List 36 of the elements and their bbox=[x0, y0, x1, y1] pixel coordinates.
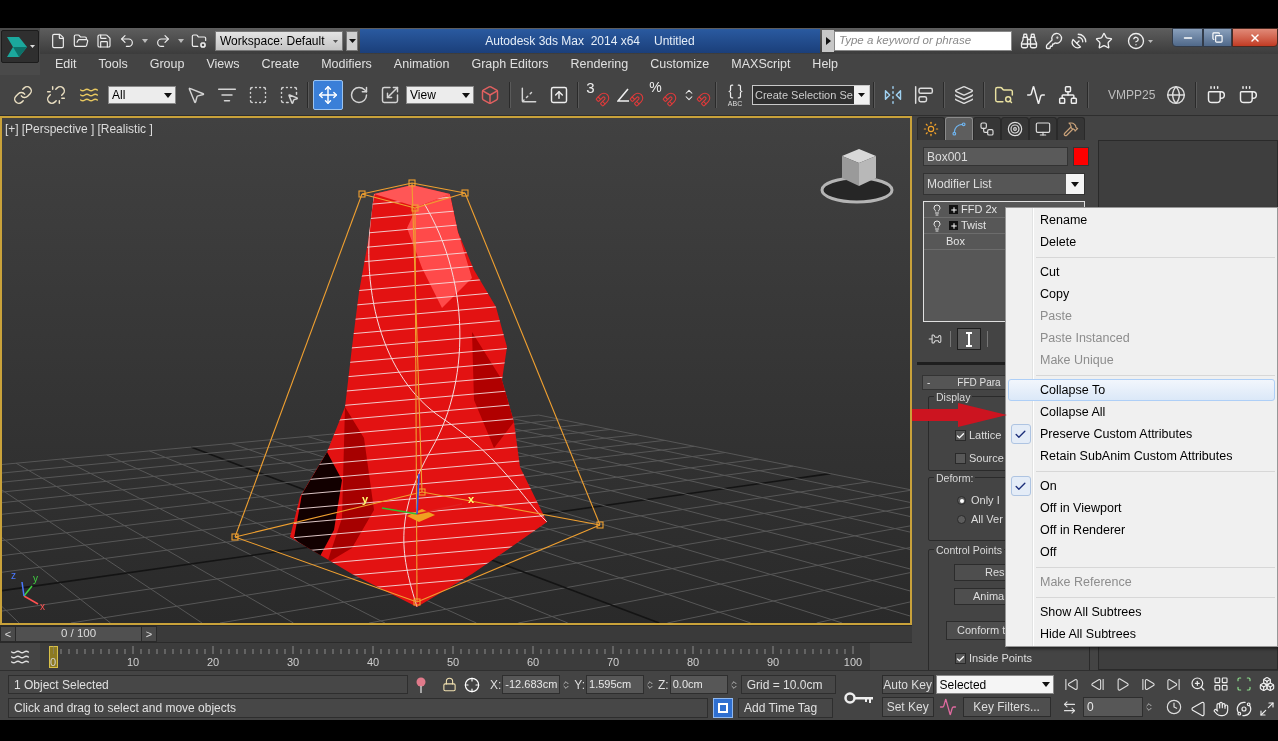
rollout-title: FFD Para bbox=[957, 376, 1001, 389]
checkbox-label: Lattice bbox=[969, 428, 1002, 444]
checkbox-label: Source bbox=[969, 451, 1004, 467]
frame-counter: 0 / 100 bbox=[59, 627, 98, 641]
group-label: Deform: bbox=[934, 472, 976, 484]
axis-label: y bbox=[362, 493, 369, 505]
frame-number: 10 bbox=[126, 656, 140, 668]
selection-status: 1 Object Selected bbox=[8, 675, 408, 694]
frame-number: 20 bbox=[206, 656, 220, 668]
axis-label: Y: bbox=[574, 676, 586, 694]
axis-label: Z: bbox=[658, 676, 669, 694]
group-label: Display bbox=[934, 391, 973, 403]
frame-number: 30 bbox=[286, 656, 300, 668]
frame-number: 80 bbox=[686, 656, 700, 668]
snap-label: % bbox=[649, 79, 662, 94]
radio-label: All Ver bbox=[971, 512, 1003, 528]
checkbox-label: Inside Points bbox=[969, 651, 1032, 667]
axis-label: z bbox=[11, 570, 16, 581]
frame-number: 0 bbox=[49, 656, 57, 668]
plugin-label: VMPP25 bbox=[1108, 87, 1157, 104]
radio-label: Only I bbox=[971, 493, 1000, 509]
frame-number: 50 bbox=[446, 656, 460, 668]
frame-number: 60 bbox=[526, 656, 540, 668]
frame-number: 40 bbox=[366, 656, 380, 668]
frame-number: 100 bbox=[843, 656, 863, 668]
axis-label: X: bbox=[490, 676, 502, 694]
app-title: Autodesk 3ds Max 2014 x64 bbox=[485, 33, 641, 50]
axis-label: x bbox=[468, 493, 475, 505]
group-label: Control Points bbox=[934, 544, 1004, 556]
axis-label: x bbox=[40, 601, 45, 612]
document-title: Untitled bbox=[654, 33, 695, 50]
snap-label: 3 bbox=[586, 79, 595, 95]
axis-label: y bbox=[33, 573, 38, 584]
grid-field: Grid = 10.0cm bbox=[740, 675, 836, 694]
frame-number: 90 bbox=[766, 656, 780, 668]
frame-number: 70 bbox=[606, 656, 620, 668]
